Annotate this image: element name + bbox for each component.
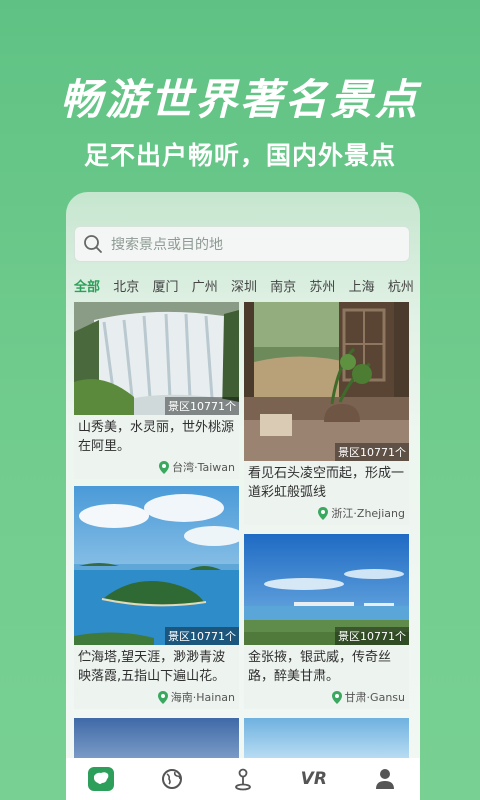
scenic-card[interactable] [74,718,239,758]
location-pin-icon [157,690,168,704]
scenic-description: 金张掖，银武威，传奇丝路，醉美甘肃。 [248,650,392,684]
city-tab-all[interactable]: 全部 [74,276,100,295]
tab-vr[interactable]: VR [284,766,344,800]
scenic-location-text: 甘肃·Gansu [344,691,405,704]
app-preview: 搜索景点或目的地 全部 北京 厦门 广州 深圳 南京 苏州 上海 杭州 景区10… [66,192,420,800]
scenic-photo [244,718,409,758]
search-icon [84,235,102,253]
scenic-location: 台湾·Taiwan [74,456,239,479]
scenic-description: 看见石头凌空而起，形成一道彩虹般弧线 [248,466,405,500]
scenic-location: 海南·Hainan [74,686,239,709]
scenic-location: 浙江·Zhejiang [244,502,409,525]
tab-china[interactable] [71,766,131,800]
city-tab-beijing[interactable]: 北京 [113,276,139,295]
city-filter: 全部 北京 厦门 广州 深圳 南京 苏州 上海 杭州 [74,274,414,296]
city-tab-hangzhou[interactable]: 杭州 [388,276,414,295]
search-bar[interactable]: 搜索景点或目的地 [74,226,410,262]
scenic-count: 景区10771个 [335,627,409,645]
city-tab-guangzhou[interactable]: 广州 [192,276,218,295]
scenic-photo: 景区10771个 [74,486,239,645]
bottom-tab-bar: VR [66,758,420,800]
scenic-description: 山秀美，水灵丽，世外桃源在阿里。 [78,420,235,454]
scenic-count: 景区10771个 [165,627,239,645]
scenic-location: 甘肃·Gansu [244,686,409,709]
tab-world[interactable] [142,766,202,800]
location-pin-icon [159,460,170,474]
scenic-card[interactable]: 景区10771个 山秀美，水灵丽，世外桃源在阿里。 台湾·Taiwan [74,302,239,479]
scenic-card[interactable]: 景区10771个 看见石头凌空而起，形成一道彩虹般弧线 浙江·Zhejiang [244,302,409,525]
scenic-card[interactable]: 景区10771个 伫海塔,望天涯，渺渺青波映落霞,五指山下遍山花。 海南·Hai… [74,486,239,709]
tab-profile[interactable] [355,766,415,800]
search-placeholder: 搜索景点或目的地 [111,237,223,253]
audio-guide-icon [229,766,257,792]
promo-headline: 畅游世界著名景点 [59,75,420,124]
scenic-card[interactable] [244,718,409,758]
scenic-photo: 景区10771个 [244,534,409,645]
scenic-location-text: 海南·Hainan [170,691,235,704]
promo-subline: 足不出户畅听，国内外景点 [83,141,396,170]
tab-audio-guide[interactable] [213,766,273,800]
scenic-location-text: 台湾·Taiwan [172,461,235,474]
location-pin-icon [331,690,342,704]
scenic-location-text: 浙江·Zhejiang [331,507,405,520]
user-icon [371,766,399,792]
location-pin-icon [318,506,329,520]
city-tab-suzhou[interactable]: 苏州 [309,276,335,295]
scenic-photo: 景区10771个 [74,302,239,415]
scenic-photo [74,718,239,758]
scenic-photo: 景区10771个 [244,302,409,461]
scenic-count: 景区10771个 [165,397,239,415]
vr-icon: VR [300,766,328,792]
scenic-count: 景区10771个 [335,443,409,461]
globe-icon [158,766,186,792]
city-tab-xiamen[interactable]: 厦门 [152,276,178,295]
city-tab-nanjing[interactable]: 南京 [270,276,296,295]
city-tab-shenzhen[interactable]: 深圳 [231,276,257,295]
vr-label: VR [300,769,327,789]
scenic-description: 伫海塔,望天涯，渺渺青波映落霞,五指山下遍山花。 [78,650,226,684]
china-map-icon [87,766,115,792]
scenic-card[interactable]: 景区10771个 金张掖，银武威，传奇丝路，醉美甘肃。 甘肃·Gansu [244,534,409,709]
city-tab-shanghai[interactable]: 上海 [349,276,375,295]
